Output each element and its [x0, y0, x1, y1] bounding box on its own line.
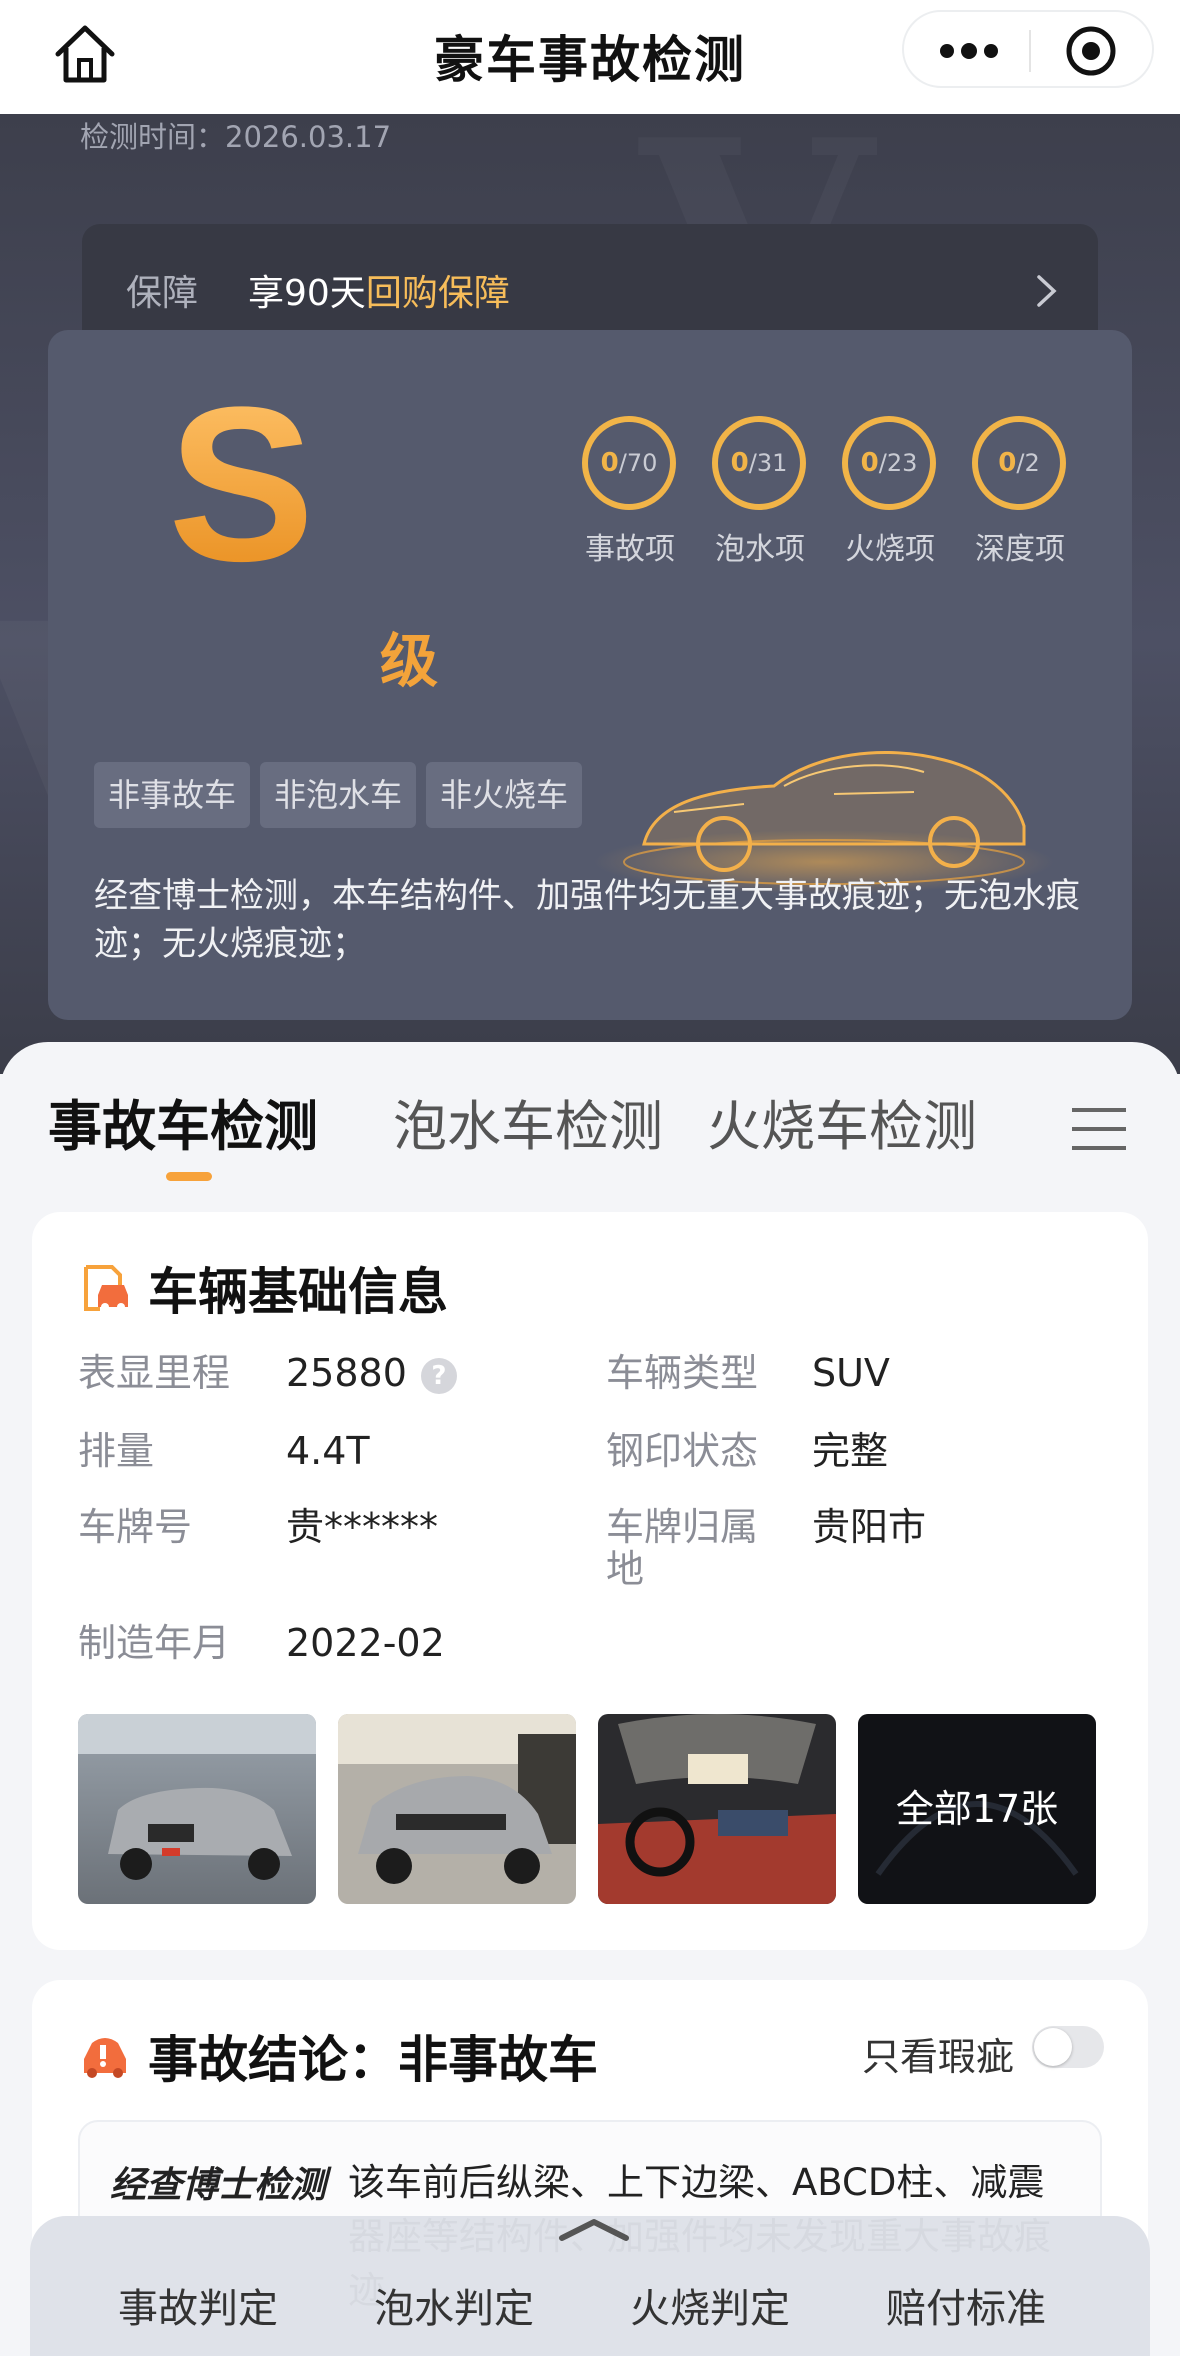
anchor-compensation-standard[interactable]: 赔付标准: [886, 2276, 1046, 2334]
guarantee-label: 保障: [126, 273, 199, 314]
stat-label: 火烧项: [845, 532, 935, 567]
tab-accident[interactable]: 事故车检测: [48, 1082, 318, 1161]
status-tag: 非泡水车: [260, 762, 417, 828]
guarantee-highlight: 回购保障: [365, 273, 510, 314]
displacement-value: 4.4T: [286, 1429, 370, 1473]
stamp-value: 完整: [812, 1429, 889, 1473]
region-label: 车牌归属地: [606, 1505, 759, 1591]
defects-only-toggle[interactable]: [1032, 2026, 1104, 2068]
menu-icon[interactable]: [1070, 1104, 1128, 1154]
status-tags: 非事故车 非泡水车 非火烧车: [94, 762, 583, 828]
panel-header: 事故结论：非事故车: [78, 2020, 598, 2092]
grade-letter: S: [168, 361, 315, 607]
anchor-flood-judgment[interactable]: 泡水判定: [374, 2276, 534, 2334]
guarantee-text: 享90天回购保障: [248, 273, 510, 314]
top-nav-bar: 豪车事故检测: [0, 0, 1180, 114]
vehicle-photo-front[interactable]: [78, 1714, 316, 1904]
stat-ring: 0/2: [972, 416, 1066, 510]
plate-value: 贵******: [286, 1505, 439, 1549]
active-tab-indicator: [166, 1172, 212, 1181]
tab-fire[interactable]: 火烧车检测: [707, 1082, 977, 1161]
capsule-divider: [1029, 30, 1031, 72]
type-label: 车辆类型: [606, 1351, 759, 1395]
displacement-label: 排量: [78, 1429, 155, 1473]
vehicle-photo-interior[interactable]: [598, 1714, 836, 1904]
stat-label: 泡水项: [715, 532, 805, 567]
help-icon[interactable]: ?: [420, 1357, 457, 1394]
grade-suffix: 级: [380, 627, 439, 695]
inspection-summary: 经查博士检测，本车结构件、加强件均无重大事故痕迹；无泡水痕迹；无火烧痕迹；: [94, 876, 1080, 964]
brand-logo-text: 经查博士检测: [110, 2165, 327, 2206]
inspection-tabs: 事故车检测 泡水车检测 火烧车检测: [0, 1082, 1180, 1192]
vehicle-photo-all[interactable]: 全部17张: [858, 1714, 1096, 1904]
vehicle-photo-rear[interactable]: [338, 1714, 576, 1904]
tab-flood[interactable]: 泡水车检测: [393, 1082, 663, 1161]
plate-label: 车牌号: [78, 1505, 193, 1549]
more-icon[interactable]: [938, 37, 1000, 65]
stat-accident: 0/70 事故项: [582, 416, 678, 568]
chevron-right-icon: [1037, 275, 1057, 307]
date-label: 制造年月: [78, 1621, 231, 1665]
status-tag: 非事故车: [94, 762, 251, 828]
panel-title: 车辆基础信息: [148, 1263, 448, 1321]
date-value: 2022-02: [286, 1621, 445, 1665]
mileage-value: 25880?: [286, 1352, 457, 1394]
toggle-knob: [1034, 2028, 1072, 2066]
stat-fire: 0/23 火烧项: [842, 416, 938, 568]
stamp-label: 钢印状态: [606, 1429, 759, 1473]
mileage-label: 表显里程: [78, 1351, 231, 1395]
mini-program-capsule: [902, 10, 1154, 88]
stat-flood: 0/31 泡水项: [712, 416, 808, 568]
inspection-time: 检测时间：2026.03.17: [80, 120, 392, 154]
stat-label: 深度项: [975, 532, 1065, 567]
defects-only-label: 只看瑕疵: [862, 2035, 1015, 2079]
car-document-icon: [84, 1265, 128, 1311]
stat-ring: 0/70: [582, 416, 676, 510]
stat-label: 事故项: [585, 532, 675, 567]
bottom-anchor-bar: 事故判定 泡水判定 火烧判定 赔付标准: [30, 2216, 1150, 2356]
anchor-fire-judgment[interactable]: 火烧判定: [630, 2276, 790, 2334]
stat-depth: 0/2 深度项: [972, 416, 1068, 568]
panel-header: 车辆基础信息: [78, 1252, 448, 1324]
stat-ring: 0/23: [842, 416, 936, 510]
vehicle-info-panel: 车辆基础信息 表显里程 25880? 车辆类型 SUV 排量 4.4T 钢印状态…: [32, 1212, 1148, 1950]
close-target-icon[interactable]: [1064, 24, 1118, 78]
region-value: 贵阳市: [812, 1505, 927, 1549]
all-photos-label: 全部17张: [895, 1787, 1059, 1831]
accident-conclusion-title: 事故结论：非事故车: [148, 2031, 598, 2089]
report-hero: V V 检测时间：2026.03.17 保障 享90天回购保障 S 级 0/70…: [0, 114, 1180, 1074]
type-value: SUV: [812, 1351, 890, 1395]
chevron-up-icon[interactable]: [556, 2216, 632, 2242]
car-warning-icon: [84, 2038, 126, 2078]
anchor-accident-judgment[interactable]: 事故判定: [118, 2276, 278, 2334]
stat-ring: 0/31: [712, 416, 806, 510]
status-tag: 非火烧车: [426, 762, 583, 828]
